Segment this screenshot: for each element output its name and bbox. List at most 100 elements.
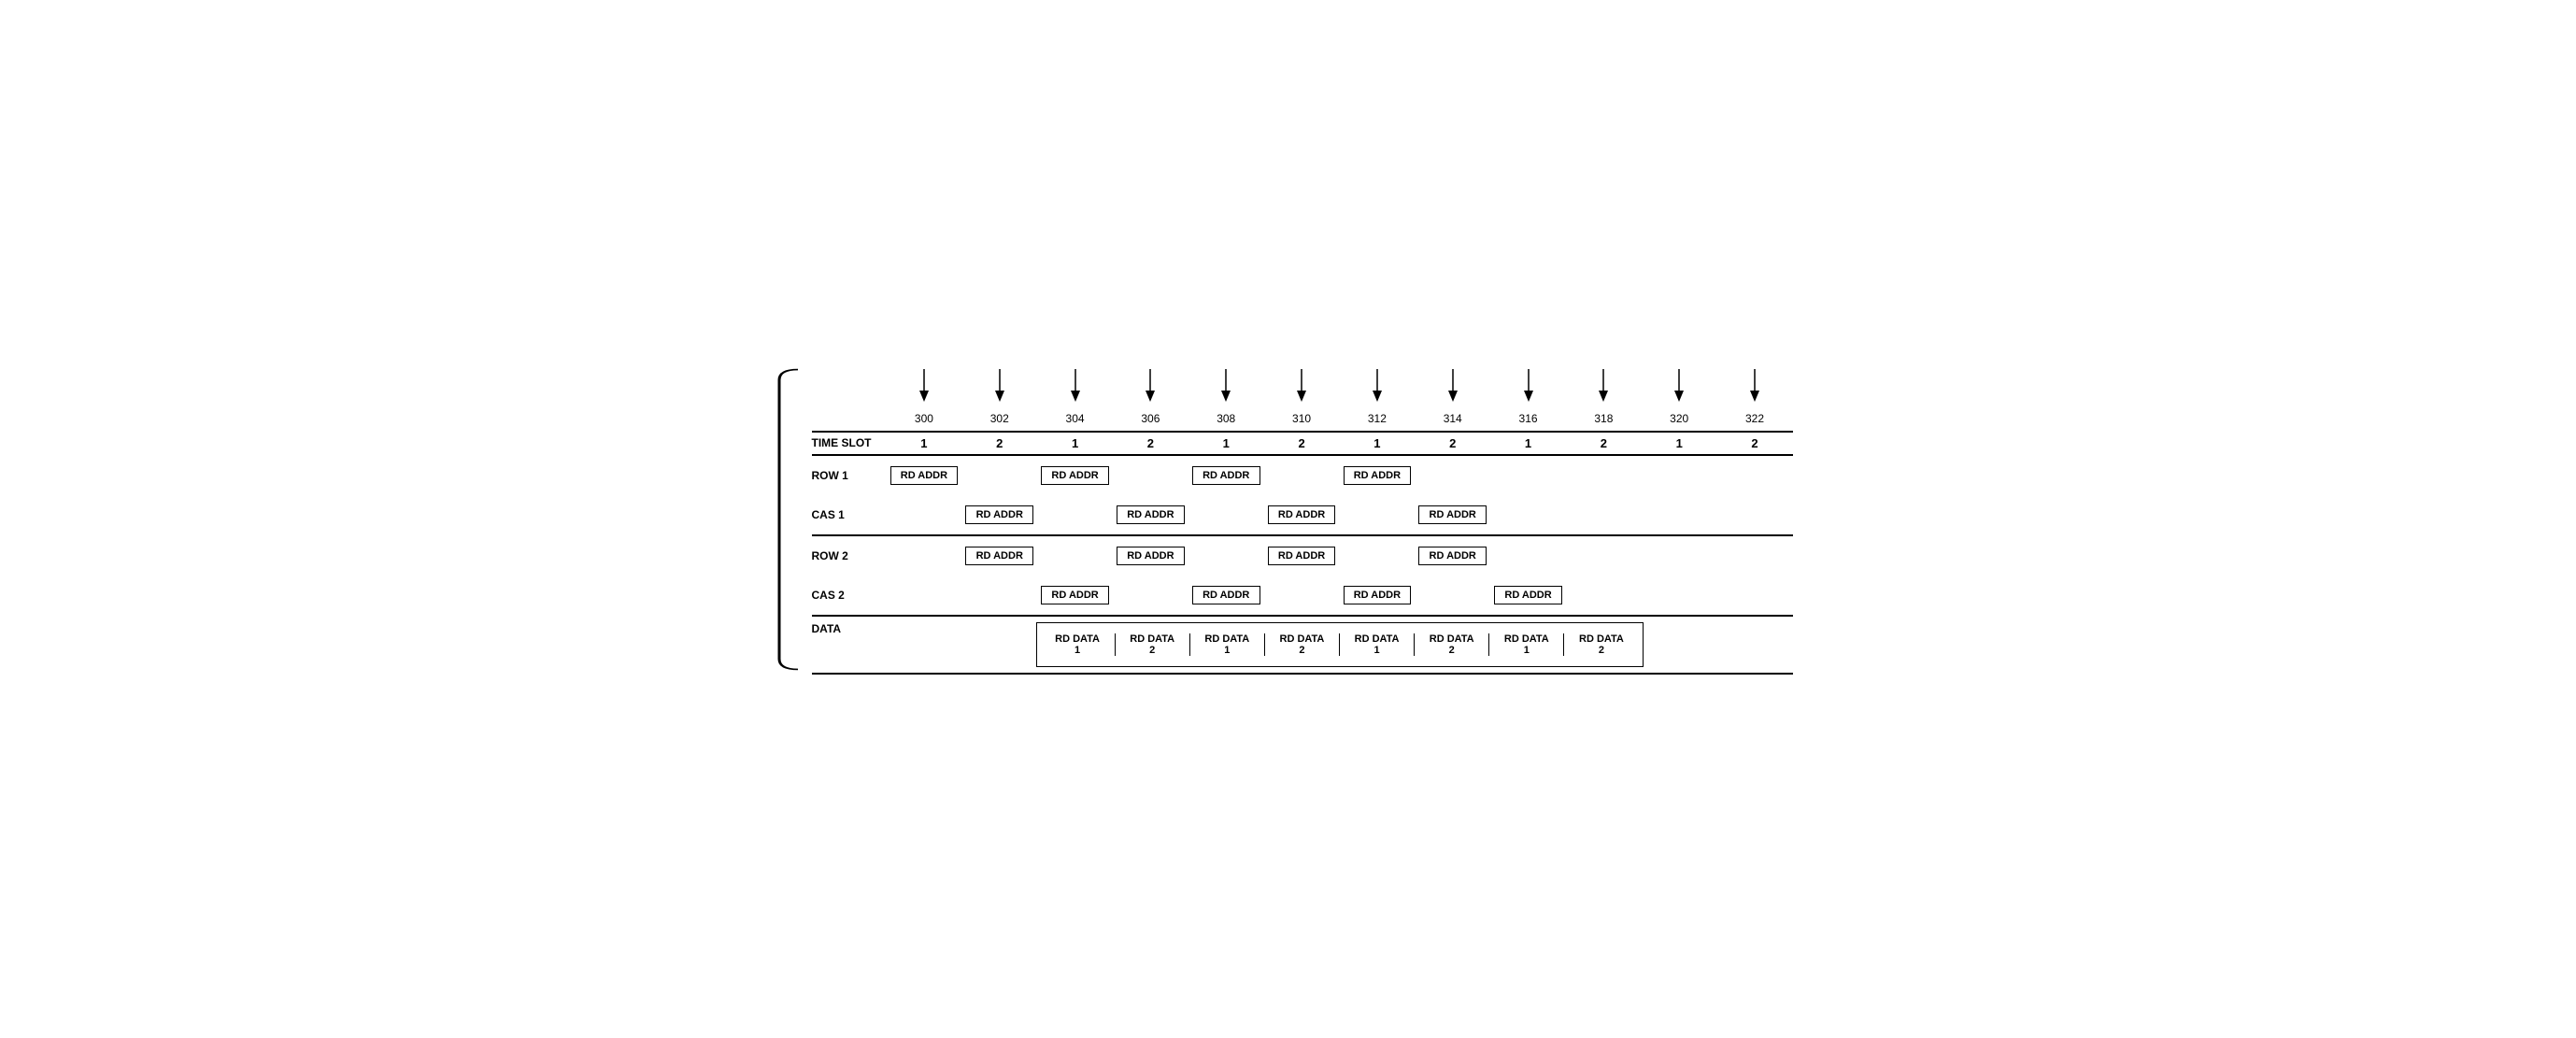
cas2-cell-2 bbox=[961, 581, 1037, 609]
row2-cell-11 bbox=[1642, 542, 1717, 570]
ref-308: 308 bbox=[1188, 364, 1264, 427]
ref-318: 318 bbox=[1566, 364, 1642, 427]
cas1-cell-5 bbox=[1188, 501, 1264, 529]
row1-cell-2 bbox=[961, 462, 1037, 490]
data-item-4: RD DATA 2 bbox=[1265, 633, 1340, 656]
row1-rdaddr-5: RD ADDR bbox=[1192, 466, 1260, 485]
cas1-cells: RD ADDR RD ADDR RD ADDR RD ADDR bbox=[887, 501, 1793, 529]
data-label: DATA bbox=[812, 622, 887, 667]
row1-cell-6 bbox=[1264, 462, 1340, 490]
cas1-cell-3 bbox=[1037, 501, 1113, 529]
row1-label: ROW 1 bbox=[812, 469, 887, 482]
cas1-cell-8: RD ADDR bbox=[1415, 501, 1490, 529]
row1-rdaddr-7: RD ADDR bbox=[1344, 466, 1412, 485]
row2-rdaddr-8: RD ADDR bbox=[1418, 547, 1487, 565]
row2-cells: RD ADDR RD ADDR RD ADDR RD ADDR bbox=[887, 542, 1793, 570]
cas1-cell-9 bbox=[1490, 501, 1566, 529]
data-section: DATA RD DATA 1 RD DATA 2 bbox=[812, 617, 1793, 675]
cas2-cell-8 bbox=[1415, 581, 1490, 609]
ts-4: 2 bbox=[1113, 436, 1188, 450]
row2-cell-3 bbox=[1037, 542, 1113, 570]
cas1-cell-7 bbox=[1339, 501, 1415, 529]
row2-rdaddr-6: RD ADDR bbox=[1268, 547, 1336, 565]
ref-320: 320 bbox=[1642, 364, 1717, 427]
ref-312: 312 bbox=[1339, 364, 1415, 427]
data-empty-4 bbox=[1718, 622, 1793, 667]
row1-cas1-section: ROW 1 RD ADDR RD ADDR RD ADDR RD bbox=[812, 456, 1793, 536]
cas1-cell-1 bbox=[887, 501, 962, 529]
cas1-label: CAS 1 bbox=[812, 508, 887, 521]
data-item-1: RD DATA 1 bbox=[1041, 633, 1116, 656]
row2-cell-7 bbox=[1339, 542, 1415, 570]
row1-cell-1: RD ADDR bbox=[887, 462, 962, 490]
ts-7: 1 bbox=[1339, 436, 1415, 450]
ref-304: 304 bbox=[1037, 364, 1113, 427]
row2-cell-12 bbox=[1717, 542, 1793, 570]
cas1-rdaddr-8: RD ADDR bbox=[1418, 505, 1487, 524]
row1-cells: RD ADDR RD ADDR RD ADDR RD ADDR bbox=[887, 462, 1793, 490]
row1-rdaddr-3: RD ADDR bbox=[1041, 466, 1109, 485]
row1-cell-11 bbox=[1642, 462, 1717, 490]
row2-cell-9 bbox=[1490, 542, 1566, 570]
row2-cell-6: RD ADDR bbox=[1264, 542, 1340, 570]
ref-316: 316 bbox=[1490, 364, 1566, 427]
ref-300: 300 bbox=[887, 364, 962, 427]
row2-cell-2: RD ADDR bbox=[961, 542, 1037, 570]
ref-322: 322 bbox=[1717, 364, 1793, 427]
ts-1: 1 bbox=[887, 436, 962, 450]
cas1-signal-row: CAS 1 RD ADDR RD ADDR RD ADDR bbox=[812, 495, 1793, 534]
data-item-7: RD DATA 1 bbox=[1489, 633, 1564, 656]
cas1-cell-4: RD ADDR bbox=[1113, 501, 1188, 529]
row1-cell-4 bbox=[1113, 462, 1188, 490]
cas1-cell-6: RD ADDR bbox=[1264, 501, 1340, 529]
timeslot-row: TIME SLOT 1 2 1 2 1 2 1 2 1 2 1 2 bbox=[812, 431, 1793, 456]
ts-5: 1 bbox=[1188, 436, 1264, 450]
row2-signal-row: ROW 2 RD ADDR RD ADDR RD ADDR bbox=[812, 536, 1793, 576]
row1-cell-9 bbox=[1490, 462, 1566, 490]
timeslot-cells: 1 2 1 2 1 2 1 2 1 2 1 2 bbox=[887, 436, 1793, 450]
cas2-cell-9: RD ADDR bbox=[1490, 581, 1566, 609]
cas1-cell-11 bbox=[1642, 501, 1717, 529]
cas2-rdaddr-5: RD ADDR bbox=[1192, 586, 1260, 604]
ref-310: 310 bbox=[1264, 364, 1340, 427]
row1-cell-3: RD ADDR bbox=[1037, 462, 1113, 490]
cas2-label: CAS 2 bbox=[812, 589, 887, 602]
ts-9: 1 bbox=[1490, 436, 1566, 450]
cas2-cell-6 bbox=[1264, 581, 1340, 609]
cas1-cell-10 bbox=[1566, 501, 1642, 529]
cas2-rdaddr-3: RD ADDR bbox=[1041, 586, 1109, 604]
row1-cell-10 bbox=[1566, 462, 1642, 490]
cas2-cell-12 bbox=[1717, 581, 1793, 609]
row1-signal-row: ROW 1 RD ADDR RD ADDR RD ADDR RD bbox=[812, 456, 1793, 495]
row1-cell-7: RD ADDR bbox=[1339, 462, 1415, 490]
data-item-8: RD DATA 2 bbox=[1564, 633, 1638, 656]
row2-cell-8: RD ADDR bbox=[1415, 542, 1490, 570]
cas1-rdaddr-4: RD ADDR bbox=[1117, 505, 1185, 524]
row2-rdaddr-2: RD ADDR bbox=[965, 547, 1033, 565]
data-item-6: RD DATA 2 bbox=[1415, 633, 1489, 656]
row1-cell-5: RD ADDR bbox=[1188, 462, 1264, 490]
data-row: DATA RD DATA 1 RD DATA 2 bbox=[812, 617, 1793, 673]
ref-306: 306 bbox=[1113, 364, 1188, 427]
ref-314: 314 bbox=[1415, 364, 1490, 427]
data-cells: RD DATA 1 RD DATA 2 RD DATA 1 RD DATA bbox=[887, 622, 1793, 667]
ts-11: 1 bbox=[1642, 436, 1717, 450]
row2-label: ROW 2 bbox=[812, 549, 887, 562]
reference-numbers-row: 300 302 304 30 bbox=[812, 364, 1793, 427]
cas2-cell-3: RD ADDR bbox=[1037, 581, 1113, 609]
row1-cell-8 bbox=[1415, 462, 1490, 490]
cas2-cell-11 bbox=[1642, 581, 1717, 609]
data-empty-3 bbox=[1644, 622, 1718, 667]
cas2-rdaddr-7: RD ADDR bbox=[1344, 586, 1412, 604]
row2-rdaddr-4: RD ADDR bbox=[1117, 547, 1185, 565]
ts-2: 2 bbox=[961, 436, 1037, 450]
diagram-container: 300 302 304 30 bbox=[775, 364, 1802, 675]
data-empty-1 bbox=[887, 622, 961, 667]
data-item-5: RD DATA 1 bbox=[1340, 633, 1415, 656]
row1-rdaddr-1: RD ADDR bbox=[890, 466, 959, 485]
ts-6: 2 bbox=[1264, 436, 1340, 450]
data-item-3: RD DATA 1 bbox=[1190, 633, 1265, 656]
cas2-signal-row: CAS 2 RD ADDR RD ADDR RD ADDR bbox=[812, 576, 1793, 615]
cas2-rdaddr-9: RD ADDR bbox=[1494, 586, 1562, 604]
cas2-cell-1 bbox=[887, 581, 962, 609]
